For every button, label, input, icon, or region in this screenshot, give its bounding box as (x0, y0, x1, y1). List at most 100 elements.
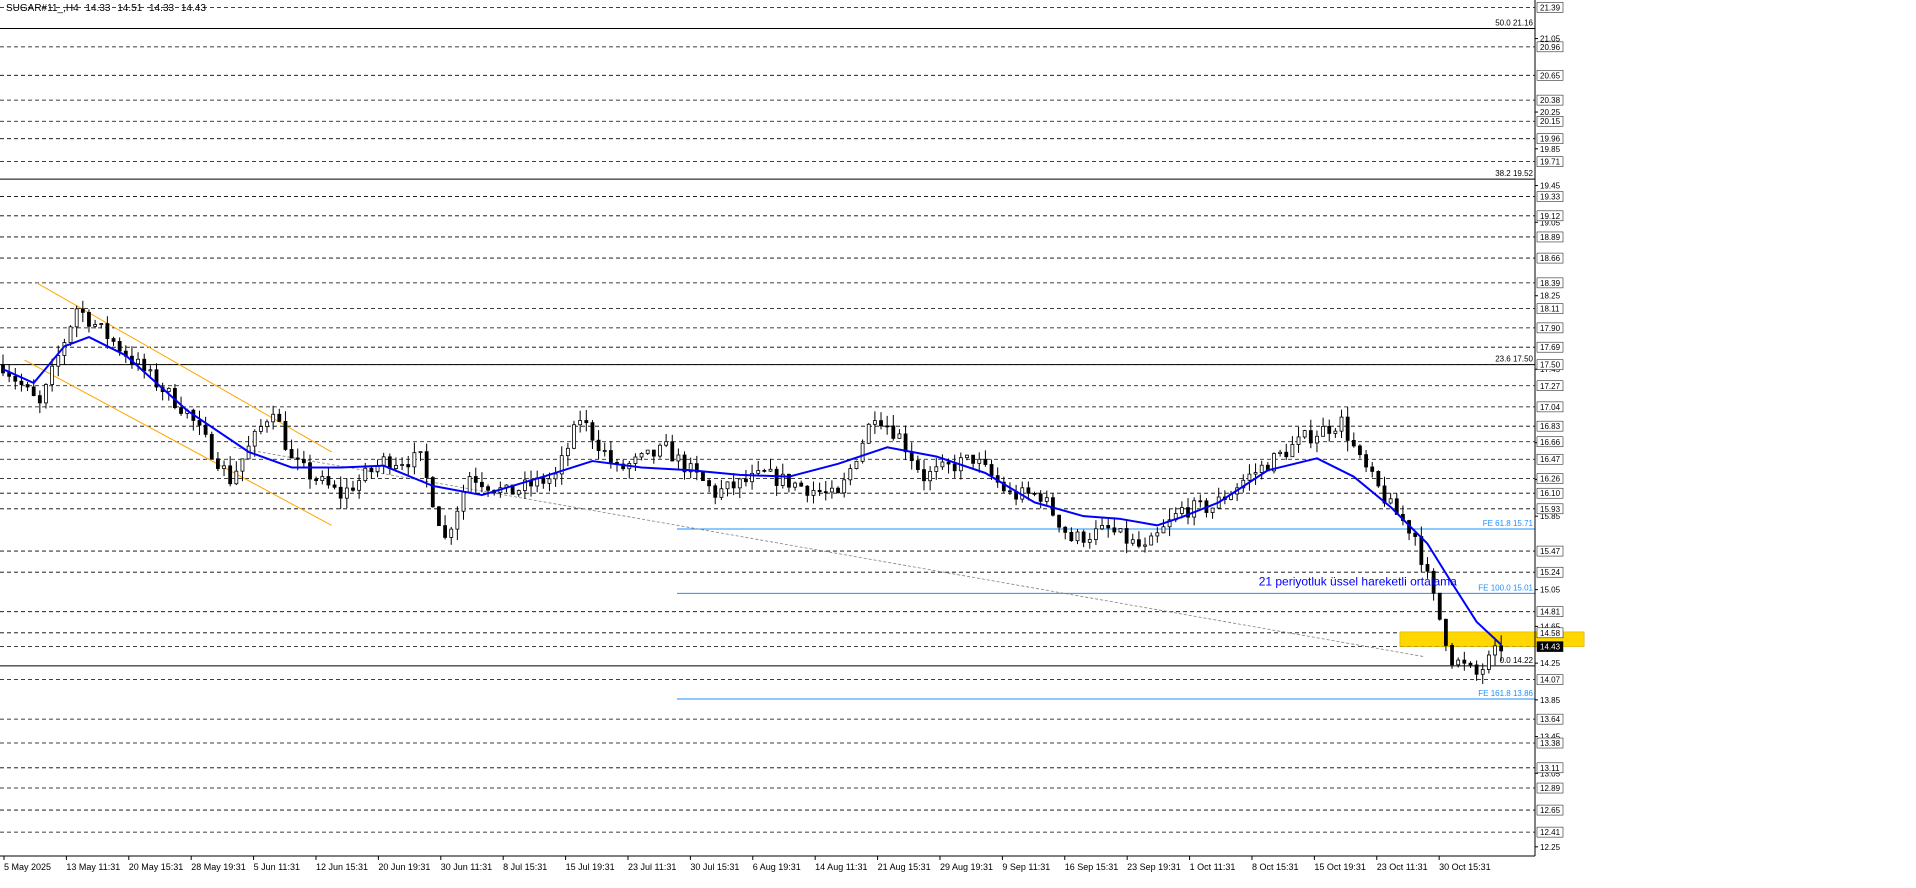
candle-body (44, 384, 48, 404)
candle-body (842, 479, 847, 494)
candle-body (320, 476, 325, 481)
candle-body (1143, 544, 1147, 547)
candle-body (480, 481, 484, 488)
price-label: 14.43 (1540, 643, 1561, 652)
candle-body (578, 420, 583, 426)
candle-body (658, 444, 662, 457)
candle-body (1480, 669, 1485, 675)
candle-body (1321, 426, 1325, 437)
price-label: 17.90 (1540, 324, 1561, 333)
price-label: 12.65 (1540, 806, 1561, 815)
candle-body (1198, 500, 1203, 503)
candle-body (1069, 531, 1074, 542)
candle-body (295, 457, 300, 460)
candle-body (541, 477, 546, 484)
time-label: 30 Jun 11:31 (441, 862, 492, 872)
price-label: 13.38 (1540, 739, 1561, 748)
candle-body (1124, 528, 1129, 544)
time-label: 1 Oct 11:31 (1190, 862, 1236, 872)
candle-body (1179, 507, 1184, 514)
candle-body (105, 323, 110, 339)
candle-body (971, 454, 976, 464)
candle-body (768, 468, 773, 472)
candle-body (1026, 487, 1031, 494)
candle-body (805, 485, 810, 496)
candle-body (1315, 435, 1319, 444)
candle-body (670, 441, 675, 462)
candle-body (56, 355, 61, 367)
candle-body (1364, 454, 1368, 468)
candle-body (430, 477, 435, 508)
time-label: 5 Jun 11:31 (254, 862, 300, 872)
candle-body (351, 487, 355, 491)
time-label: 14 Aug 11:31 (815, 862, 867, 872)
candle-body (866, 423, 871, 444)
time-label: 8 Oct 15:31 (1252, 862, 1299, 872)
candle-body (1087, 539, 1092, 543)
candle-body (1192, 500, 1197, 518)
candle-body (590, 422, 595, 441)
time-label: 30 Jul 15:31 (690, 862, 739, 872)
candle-body (885, 425, 890, 428)
price-label: 20.65 (1540, 71, 1561, 80)
candle-body (1370, 466, 1375, 472)
candle-body (80, 308, 85, 313)
candle-body (332, 484, 337, 488)
candle-body (602, 450, 607, 452)
time-label: 9 Sep 11:31 (1002, 862, 1050, 872)
candle-body (639, 453, 644, 458)
candle-body (1149, 535, 1154, 546)
candle-body (1327, 426, 1332, 434)
candle-body (344, 487, 349, 499)
candle-body (406, 464, 411, 468)
candle-body (215, 458, 220, 469)
candle-body (1425, 564, 1430, 572)
price-label: 14.07 (1540, 676, 1561, 685)
candle-body (228, 465, 233, 485)
price-tick-label: 19.85 (1540, 145, 1561, 154)
candle-body (1444, 618, 1448, 646)
candle-body (99, 323, 104, 325)
time-label: 30 Oct 15:31 (1439, 862, 1491, 872)
candle-body (1499, 645, 1504, 652)
candle-body (31, 386, 36, 397)
price-tick-label: 19.45 (1540, 182, 1561, 191)
candle-body (234, 470, 239, 485)
candle-body (461, 491, 466, 512)
candle-body (848, 468, 853, 481)
candle-body (836, 487, 840, 494)
candle-body (1081, 531, 1086, 543)
chart-background (0, 0, 1916, 888)
candle-body (909, 451, 914, 462)
candle-body (289, 449, 294, 459)
price-chart[interactable]: 50.0 21.16 38.2 19.52 23.6 17.50 0.0 14.22 F… (0, 0, 1916, 888)
candle-body (1137, 539, 1141, 547)
price-label: 16.47 (1540, 455, 1561, 464)
candle-body (455, 510, 460, 530)
price-label: 17.27 (1540, 382, 1561, 391)
candle-body (731, 481, 736, 489)
candle-body (744, 478, 748, 483)
candle-body (891, 425, 896, 439)
price-tick-label: 12.25 (1540, 843, 1561, 852)
candle-body (860, 442, 865, 462)
candle-body (651, 449, 656, 457)
candle-body (977, 458, 982, 464)
candle-body (1259, 464, 1264, 473)
candle-body (596, 439, 601, 452)
candle-body (553, 473, 558, 480)
candle-body (817, 489, 822, 493)
candle-body (719, 488, 724, 498)
candle-body (940, 461, 945, 468)
candle-body (400, 464, 405, 466)
candle-body (701, 471, 705, 481)
candle-body (271, 413, 276, 423)
time-label: 15 Oct 19:31 (1314, 862, 1366, 872)
candle-body (25, 384, 30, 388)
price-label: 18.11 (1540, 305, 1560, 314)
candle-body (1284, 451, 1289, 458)
candle-body (338, 486, 343, 499)
candle-body (87, 311, 91, 327)
candle-body (363, 467, 368, 481)
candle-body (443, 525, 447, 538)
